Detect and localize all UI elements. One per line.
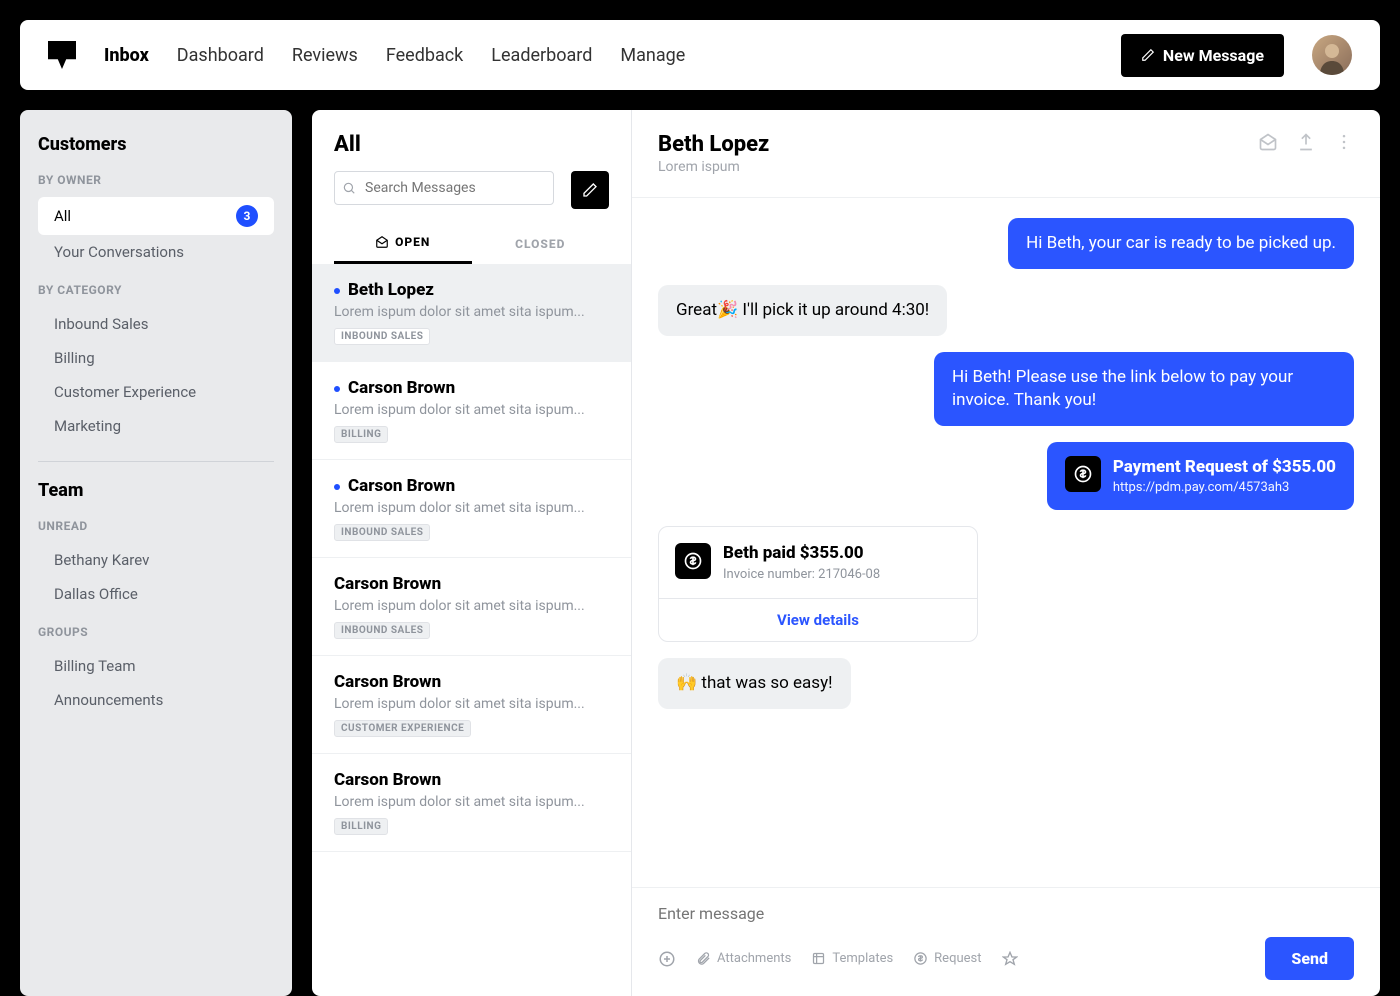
dollar-badge-icon — [675, 543, 711, 579]
message-item-preview: Lorem ispum dolor sit amet sita ispum... — [334, 598, 609, 614]
unread-badge: 3 — [236, 205, 258, 227]
sidebar-item-your-conversations[interactable]: Your Conversations — [38, 235, 274, 269]
sidebar: Customers BY OWNER All 3 Your Conversati… — [20, 110, 292, 996]
message-item[interactable]: Carson Brown Lorem ispum dolor sit amet s… — [312, 656, 631, 754]
nav-dashboard[interactable]: Dashboard — [177, 45, 264, 66]
inbox-icon[interactable] — [1258, 132, 1278, 152]
receipt-title: Beth paid $355.00 — [723, 543, 880, 563]
search-input[interactable] — [334, 171, 554, 205]
message-item[interactable]: Carson Brown Lorem ispum dolor sit amet s… — [312, 754, 631, 852]
search-icon — [342, 181, 356, 195]
more-icon[interactable] — [1334, 132, 1354, 152]
main-nav: Inbox Dashboard Reviews Feedback Leaderb… — [104, 45, 1093, 66]
message-list: All OPEN CLOSED — [312, 110, 632, 996]
conversation-panel: Beth Lopez Lorem ispum Hi Beth, your car… — [632, 110, 1380, 996]
message-item-tag: INBOUND SALES — [334, 328, 430, 345]
inbox-open-icon — [375, 235, 389, 249]
message-item-tag: BILLING — [334, 818, 388, 835]
sidebar-item-all[interactable]: All 3 — [38, 197, 274, 235]
send-button[interactable]: Send — [1265, 937, 1354, 980]
nav-leaderboard[interactable]: Leaderboard — [491, 45, 592, 66]
message-item[interactable]: Carson Brown Lorem ispum dolor sit amet s… — [312, 558, 631, 656]
sidebar-customers-title: Customers — [38, 134, 274, 155]
message-item-name: Beth Lopez — [334, 280, 609, 300]
conversation-subtitle: Lorem ispum — [658, 159, 1258, 175]
templates-button[interactable]: Templates — [811, 951, 893, 966]
sidebar-unread-label: UNREAD — [38, 519, 274, 533]
receipt-subtitle: Invoice number: 217046-08 — [723, 567, 880, 582]
message-item-tag: INBOUND SALES — [334, 622, 430, 639]
sidebar-by-owner-label: BY OWNER — [38, 173, 274, 187]
sidebar-item-billing-team[interactable]: Billing Team — [38, 649, 274, 683]
add-icon[interactable] — [658, 950, 676, 968]
nav-reviews[interactable]: Reviews — [292, 45, 358, 66]
dollar-icon — [913, 951, 928, 966]
message-item-tag: INBOUND SALES — [334, 524, 430, 541]
sidebar-team-title: Team — [38, 480, 274, 501]
message-list-title: All — [334, 132, 609, 157]
message-composer: Attachments Templates Request Send — [632, 887, 1380, 996]
attachments-button[interactable]: Attachments — [696, 951, 791, 966]
tab-closed[interactable]: CLOSED — [472, 223, 610, 264]
payment-request-link[interactable]: https://pdm.pay.com/4573ah3 — [1113, 479, 1336, 497]
upload-icon[interactable] — [1296, 132, 1316, 152]
sidebar-item-billing[interactable]: Billing — [38, 341, 274, 375]
sidebar-item-customer-experience[interactable]: Customer Experience — [38, 375, 274, 409]
message-item-preview: Lorem ispum dolor sit amet sita ispum... — [334, 402, 609, 418]
message-item[interactable]: Beth Lopez Lorem ispum dolor sit amet sit… — [312, 264, 631, 362]
message-item-name: Carson Brown — [334, 672, 609, 692]
message-item-name: Carson Brown — [334, 770, 609, 790]
sidebar-item-announcements[interactable]: Announcements — [38, 683, 274, 717]
unread-dot — [334, 386, 340, 392]
message-bubble-out: Hi Beth, your car is ready to be picked … — [1008, 218, 1354, 269]
unread-dot — [334, 288, 340, 294]
nav-manage[interactable]: Manage — [620, 45, 685, 66]
message-item-name: Carson Brown — [334, 574, 609, 594]
request-button[interactable]: Request — [913, 951, 981, 966]
message-bubble-out: Hi Beth! Please use the link below to pa… — [934, 352, 1354, 426]
message-bubble-in: Great🎉 I'll pick it up around 4:30! — [658, 285, 947, 336]
sidebar-item-marketing[interactable]: Marketing — [38, 409, 274, 443]
nav-feedback[interactable]: Feedback — [386, 45, 463, 66]
message-item[interactable]: Carson Brown Lorem ispum dolor sit amet s… — [312, 362, 631, 460]
new-message-button[interactable]: New Message — [1121, 34, 1284, 77]
tab-open[interactable]: OPEN — [334, 223, 472, 264]
conversation-name: Beth Lopez — [658, 132, 1258, 157]
user-avatar[interactable] — [1312, 35, 1352, 75]
message-item-tag: CUSTOMER EXPERIENCE — [334, 720, 471, 737]
paperclip-icon — [696, 951, 711, 966]
unread-dot — [334, 484, 340, 490]
star-icon[interactable] — [1002, 951, 1018, 967]
message-item-preview: Lorem ispum dolor sit amet sita ispum... — [334, 696, 609, 712]
compose-button[interactable] — [571, 171, 609, 209]
view-details-link[interactable]: View details — [659, 598, 977, 641]
message-item-name: Carson Brown — [334, 476, 609, 496]
message-item-preview: Lorem ispum dolor sit amet sita ispum... — [334, 304, 609, 320]
brand-logo — [48, 41, 76, 69]
sidebar-item-dallas[interactable]: Dallas Office — [38, 577, 274, 611]
sidebar-item-bethany[interactable]: Bethany Karev — [38, 543, 274, 577]
payment-request-bubble: Payment Request of $355.00https://pdm.pa… — [1047, 442, 1354, 510]
payment-request-title: Payment Request of $355.00 — [1113, 456, 1336, 479]
message-item-preview: Lorem ispum dolor sit amet sita ispum... — [334, 500, 609, 516]
template-icon — [811, 951, 826, 966]
content-panel: All OPEN CLOSED — [312, 110, 1380, 996]
topbar: Inbox Dashboard Reviews Feedback Leaderb… — [20, 20, 1380, 90]
sidebar-item-inbound-sales[interactable]: Inbound Sales — [38, 307, 274, 341]
message-item[interactable]: Carson Brown Lorem ispum dolor sit amet s… — [312, 460, 631, 558]
message-item-preview: Lorem ispum dolor sit amet sita ispum... — [334, 794, 609, 810]
sidebar-divider — [38, 461, 274, 462]
payment-receipt: Beth paid $355.00 Invoice number: 217046-… — [658, 526, 978, 642]
dollar-badge-icon — [1065, 456, 1101, 492]
pencil-icon — [582, 182, 598, 198]
message-item-tag: BILLING — [334, 426, 388, 443]
message-bubble-in: 🙌 that was so easy! — [658, 658, 851, 709]
message-input[interactable] — [658, 904, 1354, 923]
sidebar-groups-label: GROUPS — [38, 625, 274, 639]
pencil-icon — [1141, 48, 1155, 62]
sidebar-by-category-label: BY CATEGORY — [38, 283, 274, 297]
nav-inbox[interactable]: Inbox — [104, 45, 149, 66]
message-item-name: Carson Brown — [334, 378, 609, 398]
